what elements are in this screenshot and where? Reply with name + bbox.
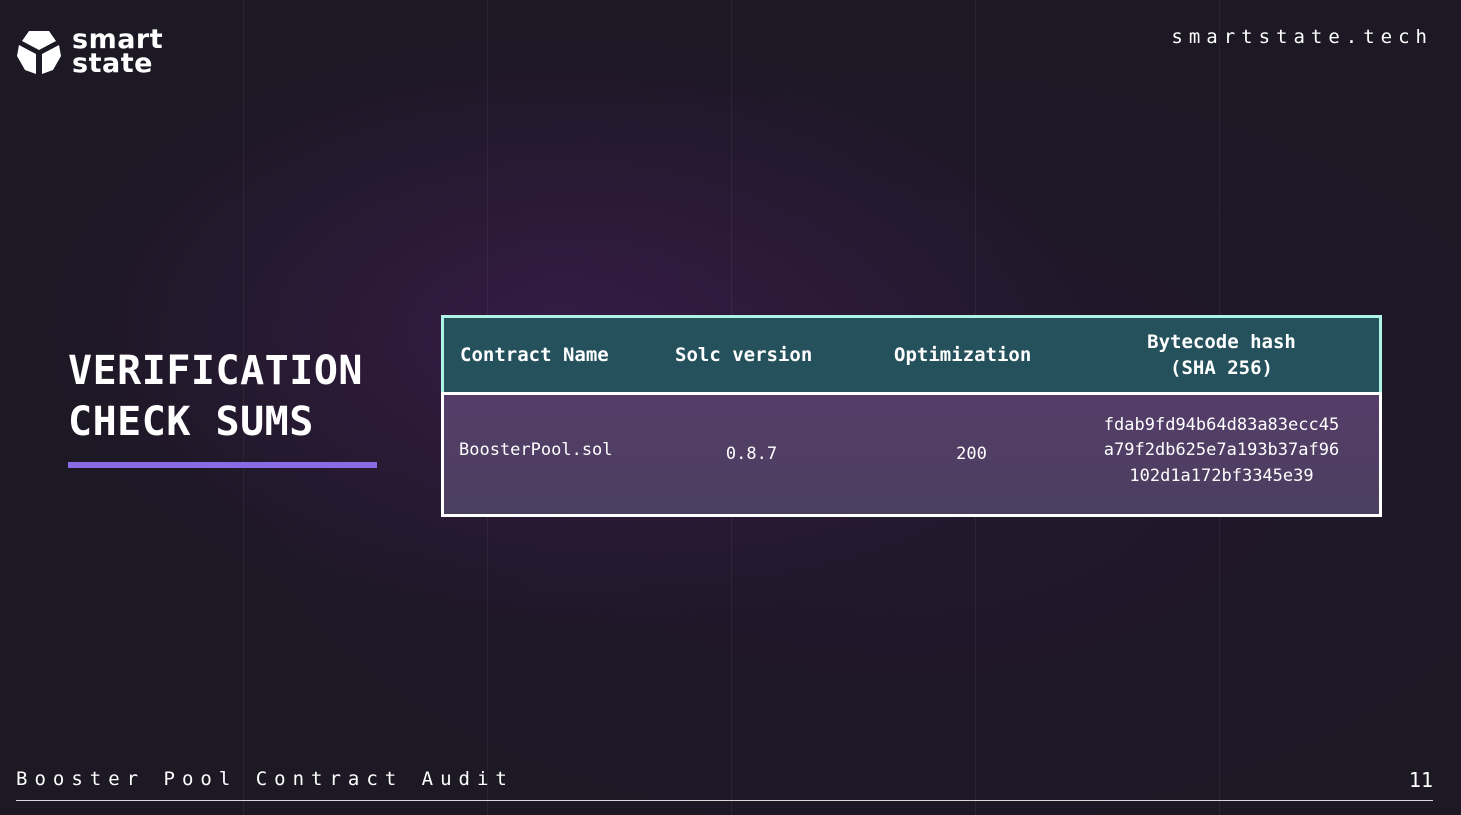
table-header-row: Contract Name Solc version Optimization … (441, 315, 1382, 395)
page-number: 11 (1408, 768, 1433, 792)
document-title: Booster Pool Contract Audit (16, 768, 514, 790)
logo-mark-icon (17, 31, 61, 74)
hash-line-1: fdab9fd94b64d83a83ecc45 (1103, 414, 1340, 435)
header-bytecode-hash-line-1: Bytecode hash (1147, 331, 1296, 353)
cell-optimization: 200 (956, 444, 987, 465)
header-solc-version: Solc version (675, 344, 813, 366)
cell-solc-version: 0.8.7 (725, 444, 778, 465)
title-underline (68, 462, 377, 468)
section-title: VERIFICATION CHECK SUMS (68, 346, 388, 448)
site-url: smartstate.tech (1171, 26, 1433, 48)
header-contract-name: Contract Name (460, 344, 609, 366)
footer-divider (16, 800, 1433, 801)
brand-logo: smart state (16, 26, 163, 79)
header-bytecode-hash: Bytecode hash (SHA 256) (1084, 318, 1359, 392)
section-title-line-2: CHECK SUMS (68, 399, 314, 445)
checksum-table: Contract Name Solc version Optimization … (441, 315, 1382, 517)
cell-bytecode-hash: fdab9fd94b64d83a83ecc45 a79f2db625e7a193… (1084, 395, 1359, 507)
hash-line-2: a79f2db625e7a193b37af96 (1103, 440, 1340, 461)
header-bytecode-hash-line-2: (SHA 256) (1170, 357, 1273, 379)
logo-line-2: state (72, 48, 153, 79)
section-title-line-1: VERIFICATION (68, 348, 363, 394)
cell-contract-name: BoosterPool.sol (459, 440, 613, 461)
logo-wordmark: smart state (72, 26, 163, 79)
hash-line-3: 102d1a172bf3345e39 (1129, 465, 1314, 486)
table-row: BoosterPool.sol 0.8.7 200 fdab9fd94b64d8… (441, 392, 1382, 517)
header-optimization: Optimization (894, 344, 1032, 366)
